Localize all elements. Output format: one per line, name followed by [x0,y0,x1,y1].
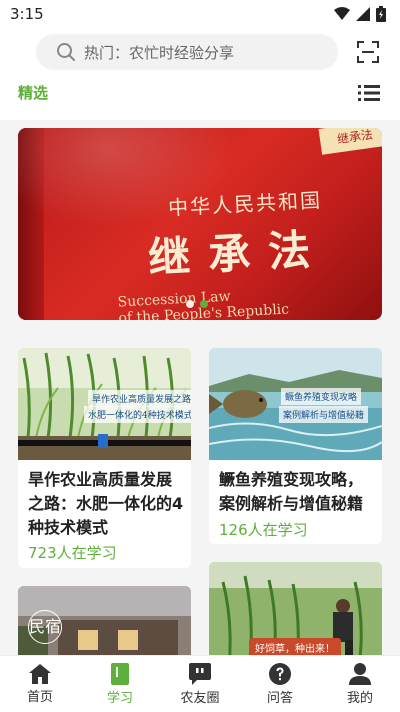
carousel-indicator [186,300,208,308]
nav-home[interactable]: 首页 [0,656,80,712]
book-icon [111,662,129,685]
list-menu-icon[interactable] [358,84,380,102]
status-time: 3:15 [10,5,44,23]
card-image-caption: 鳜鱼养殖变现攻略 [281,388,362,405]
carousel-dot-active[interactable] [200,300,208,308]
search-input[interactable]: 热门：农忙时经验分享 [36,34,338,70]
course-card[interactable]: 民宿 [18,586,191,666]
carousel-dot[interactable] [186,300,194,308]
card-learner-count: 126人在学习 [219,521,308,539]
card-image-caption-2: 水肥一体化的4种技术模式 [84,406,191,423]
course-card[interactable]: 旱作农业高质量发展之路 水肥一体化的4种技术模式 旱作农业高质量发展之路：水肥一… [18,348,191,568]
search-placeholder: 热门：农忙时经验分享 [84,43,235,62]
chat-bubble-icon [189,662,211,685]
nav-circle[interactable]: 农友圈 [160,656,240,712]
battery-icon [376,6,386,22]
banner-carousel[interactable]: 继承法 中华人民共和国 继承法 Succession Law of the Peo… [18,128,382,320]
banner-book-main: 继承法 [146,224,330,283]
nav-study[interactable]: 学习 [80,656,160,712]
course-card[interactable]: 鳜鱼养殖变现攻略 案例解析与增值秘籍 鳜鱼养殖变现攻略，案例解析与增值秘籍 12… [209,348,382,544]
banner-corner-label: 继承法 [318,128,382,155]
status-icons [334,6,386,22]
card-learner-count: 723人在学习 [28,544,117,562]
nav-qa[interactable]: 问答 [240,656,320,712]
scan-icon[interactable] [356,40,380,64]
wifi-icon [334,7,350,20]
question-icon [269,662,291,685]
card-title: 鳜鱼养殖变现攻略，案例解析与增值秘籍 [219,470,364,513]
nav-home-label: 首页 [26,689,53,705]
signal-icon [356,7,370,21]
nav-study-label: 学习 [106,690,133,706]
user-icon [349,662,371,685]
nav-me[interactable]: 我的 [320,656,400,712]
nav-me-label: 我的 [346,690,373,706]
search-icon [57,43,75,61]
tab-featured[interactable]: 精选 [18,82,48,103]
home-icon [29,663,51,684]
nav-circle-label: 农友圈 [180,690,220,706]
status-bar: 3:15 [0,0,400,28]
course-card[interactable]: 好饲草，种出来！ [209,562,382,666]
top-bar: 热门：农忙时经验分享 精选 [0,28,400,120]
nav-qa-label: 问答 [266,690,293,706]
card-title: 旱作农业高质量发展之路：水肥一体化的4种技术模式 [28,470,184,537]
card-image-caption: 旱作农业高质量发展之路 [88,390,191,407]
bottom-navigation: 首页 学习 农友圈 问答 我的 [0,655,400,712]
card-image-caption: 民宿 [28,610,62,644]
card-image-caption-2: 案例解析与增值秘籍 [279,406,369,423]
